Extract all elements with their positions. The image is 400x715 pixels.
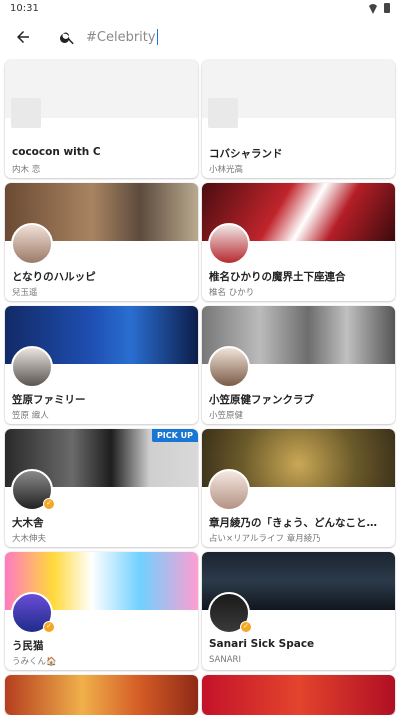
wifi-icon <box>368 4 378 12</box>
status-time: 10:31 <box>10 2 39 14</box>
card-subtitle: 兒玉遥 <box>12 288 38 298</box>
celebrity-card[interactable]: コバシャランド 小林光高 <box>202 60 395 178</box>
search-icon <box>59 32 74 44</box>
avatar <box>11 346 53 388</box>
card-subtitle: 小笠原健 <box>209 411 244 421</box>
card-title: 椎名ひかりの魔界土下座連合 <box>209 271 346 283</box>
search-bar: #Celebrity <box>0 16 400 58</box>
card-subtitle: 小林光高 <box>209 165 244 175</box>
card-subtitle: 内木 恋 <box>12 165 41 175</box>
celebrity-card[interactable]: cococon with C 内木 恋 <box>5 60 198 178</box>
card-title: Sanari Sick Space <box>209 638 315 650</box>
celebrity-card[interactable] <box>202 675 395 715</box>
card-subtitle: うみくん🏠 <box>12 657 57 667</box>
card-title: 章月綾乃の「きょう、どんなこと… <box>209 517 377 529</box>
avatar <box>208 469 250 511</box>
cover-image <box>202 675 395 715</box>
avatar-placeholder <box>11 98 41 128</box>
card-title: cococon with C <box>12 146 101 158</box>
card-subtitle: 椎名 ひかり <box>209 288 255 298</box>
celebrity-card[interactable] <box>5 675 198 715</box>
celebrity-card[interactable]: ✓ Sanari Sick Space SANARI <box>202 552 395 670</box>
battery-icon <box>384 3 390 13</box>
card-title: 大木舎 <box>12 517 44 529</box>
avatar-placeholder <box>208 98 238 128</box>
celebrity-card[interactable]: ✓ 大木舎大木伸夫 PICK UP <box>5 429 198 547</box>
arrow-left-icon <box>17 31 29 43</box>
avatar <box>208 346 250 388</box>
search-button[interactable] <box>54 24 80 50</box>
search-input-text: #Celebrity <box>86 29 156 45</box>
pickup-badge: PICK UP <box>151 429 198 442</box>
card-subtitle: 大木伸夫 <box>12 534 47 544</box>
verified-badge-icon: ✓ <box>43 621 55 633</box>
status-bar: 10:31 <box>0 0 400 16</box>
card-subtitle: 笠原 織人 <box>12 411 49 421</box>
celebrity-card[interactable]: ✓ う民猫うみくん🏠 <box>5 552 198 670</box>
card-title: となりのハルッピ <box>12 271 96 283</box>
card-title: 笠原ファミリー <box>12 394 86 406</box>
celebrity-card[interactable]: 笠原ファミリー 笠原 織人 <box>5 306 198 424</box>
card-subtitle: 占い×リアルライフ 章月綾乃 <box>209 534 321 544</box>
verified-badge-icon: ✓ <box>240 621 252 633</box>
status-icons <box>368 3 390 13</box>
verified-badge-icon: ✓ <box>43 498 55 510</box>
card-title: コバシャランド <box>209 148 283 160</box>
avatar <box>11 223 53 265</box>
celebrity-card[interactable]: 小笠原健ファンクラブ 小笠原健 <box>202 306 395 424</box>
card-title: う民猫 <box>12 640 44 652</box>
celebrity-card[interactable]: 椎名ひかりの魔界土下座連合 椎名 ひかり <box>202 183 395 301</box>
celebrity-card[interactable]: 章月綾乃の「きょう、どんなこと… 占い×リアルライフ 章月綾乃 <box>202 429 395 547</box>
avatar <box>208 223 250 265</box>
celebrity-card[interactable]: となりのハルッピ 兒玉遥 <box>5 183 198 301</box>
back-button[interactable] <box>10 24 36 50</box>
card-title: 小笠原健ファンクラブ <box>209 394 314 406</box>
card-subtitle: SANARI <box>209 655 241 665</box>
cover-image <box>5 675 198 715</box>
search-input[interactable]: #Celebrity <box>86 29 158 45</box>
text-caret <box>156 29 158 45</box>
celebrity-grid: cococon with C 内木 恋コバシャランド 小林光高 となりのハルッピ 兒玉遥… <box>5 60 395 715</box>
